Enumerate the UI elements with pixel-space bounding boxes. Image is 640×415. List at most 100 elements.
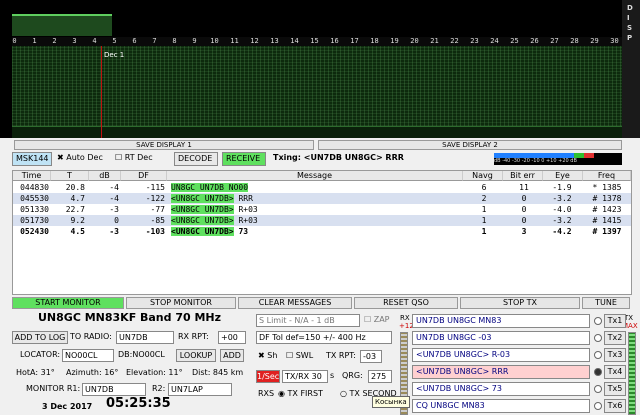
mode-label[interactable]: MSK144 — [12, 152, 52, 166]
sec-button[interactable]: 1/Sec — [256, 370, 280, 383]
table-row[interactable]: 052430 4.5 -3 -103 <UN8GC UN7DB> 73 1 3 -4.2 # 1… — [13, 226, 631, 237]
auto-dec-checkbox[interactable]: ✖ Auto Dec — [54, 152, 110, 166]
col-header-message[interactable]: Message — [167, 171, 463, 181]
tx-select-radio[interactable] — [594, 334, 602, 342]
tx-select-radio[interactable] — [594, 351, 602, 359]
time-tick: 4 — [92, 37, 97, 45]
save-display-2-button[interactable]: SAVE DISPLAY 2 — [318, 140, 622, 150]
time-tick: 7 — [152, 37, 157, 45]
col-header-time[interactable]: Time — [13, 171, 51, 181]
df-tol-input[interactable]: DF Tol def=150 +/- 400 Hz — [256, 331, 392, 344]
s-limit-input[interactable]: S Limit - N/A - 1 dB — [256, 314, 360, 327]
cell-navg: 2 — [481, 194, 487, 203]
col-header-freq[interactable]: Freq — [583, 171, 631, 181]
tune-button[interactable]: TUNE — [582, 297, 630, 309]
table-row[interactable]: 044830 20.8 -4 -115 UN8GC UN7DB NO00 6 11 -1.9 *… — [13, 182, 631, 193]
clear-messages-button[interactable]: CLEAR MESSAGES — [238, 297, 352, 309]
zap-checkbox[interactable]: ☐ ZAP — [364, 314, 390, 326]
time-tick: 29 — [590, 37, 599, 45]
cell-eye: -3.2 — [552, 216, 572, 225]
check-icon: ✖ — [258, 351, 265, 360]
time-tick: 8 — [172, 37, 177, 45]
stop-tx-button[interactable]: STOP TX — [460, 297, 580, 309]
tx-rx-period-select[interactable]: TX/RX 30 — [282, 370, 328, 383]
time-tick: 14 — [290, 37, 299, 45]
col-header-db[interactable]: dB — [89, 171, 121, 181]
reset-qso-button[interactable]: RESET QSO — [354, 297, 458, 309]
cell-t: 9.2 — [70, 216, 85, 225]
table-row[interactable]: 051330 22.7 -3 -77 <UN8GC UN7DB> R+03 1 0 -4.0 #… — [13, 204, 631, 215]
tx-level-slider[interactable] — [628, 332, 636, 415]
save-display-1-button[interactable]: SAVE DISPLAY 1 — [14, 140, 314, 150]
decode-table: Time T dB DF Message Navg Bit err Eye Fr… — [12, 170, 632, 295]
monitor-r2-input[interactable]: UN7LAP — [168, 383, 232, 396]
tooltip: Косынка — [372, 396, 410, 408]
tx-select-radio[interactable] — [594, 402, 602, 410]
sh-checkbox[interactable]: ✖ Sh — [258, 350, 277, 362]
tx-button[interactable]: Tx1 — [604, 314, 626, 328]
display-side-panel[interactable] — [622, 0, 640, 138]
tx-button[interactable]: Tx6 — [604, 399, 626, 413]
station-panel: UN8GC MN83KF Band 70 MHz ADD TO LOG TO R… — [12, 312, 248, 415]
to-radio-input[interactable]: UN7DB — [116, 331, 174, 344]
time-tick: 21 — [430, 37, 439, 45]
cell-df: -85 — [150, 216, 165, 225]
locator-input[interactable]: NO00CL — [62, 349, 114, 362]
tx-button[interactable]: Tx5 — [604, 382, 626, 396]
decode-button[interactable]: DECODE — [174, 152, 218, 166]
tx-message-field[interactable]: CQ UN8GC MN83 — [412, 399, 590, 413]
lookup-button[interactable]: LOOKUP — [176, 349, 216, 362]
add-to-log-button[interactable]: ADD TO LOG — [12, 331, 68, 344]
start-monitor-button[interactable]: START MONITOR — [12, 297, 124, 309]
time-tick: 2 — [52, 37, 57, 45]
tx-message-field[interactable]: <UN7DB UN8GC> 73 — [412, 382, 590, 396]
tx-rpt-stepper[interactable]: -03 — [360, 350, 382, 363]
stop-monitor-button[interactable]: STOP MONITOR — [126, 297, 236, 309]
rxs-label: RXS — [258, 389, 275, 398]
message-report: R+03 — [233, 205, 258, 214]
time-tick: 1 — [32, 37, 37, 45]
decode-marker-label: Dec 1 — [104, 51, 125, 59]
time-tick: 5 — [112, 37, 117, 45]
receive-button[interactable]: RECEIVE — [222, 152, 266, 166]
azimuth-value: Azimuth: 16° — [66, 368, 119, 377]
col-header-bit-err[interactable]: Bit err — [503, 171, 543, 181]
tx-first-radio[interactable]: ◉ TX FIRST — [278, 388, 323, 400]
time-tick: 12 — [250, 37, 259, 45]
cell-biterr: 11 — [519, 183, 529, 192]
swl-checkbox[interactable]: ☐ SWL — [286, 350, 313, 362]
col-header-navg[interactable]: Navg — [463, 171, 503, 181]
cell-df: -77 — [150, 205, 165, 214]
radio-selected-icon: ◉ — [278, 389, 285, 398]
col-header-df[interactable]: DF — [121, 171, 167, 181]
tx-message-field[interactable]: <UN7DB UN8GC> RRR — [412, 365, 590, 379]
tx-button[interactable]: Tx2 — [604, 331, 626, 345]
tx-message-field[interactable]: <UN7DB UN8GC> R-03 — [412, 348, 590, 362]
tx-button[interactable]: Tx3 — [604, 348, 626, 362]
qrg-input[interactable]: 275 — [368, 370, 392, 383]
message-callsigns: <UN8GC UN7DB> — [171, 194, 234, 203]
table-row[interactable]: 045530 4.7 -4 -122 <UN8GC UN7DB> RRR 2 0 -3.2 # … — [13, 193, 631, 204]
time-tick: 10 — [210, 37, 219, 45]
hota-value: HotA: 31° — [16, 368, 55, 377]
tx-select-radio[interactable] — [594, 368, 602, 376]
tx-message-field[interactable]: UN7DB UN8GC MN83 — [412, 314, 590, 328]
table-row[interactable]: 051730 9.2 0 -85 <UN8GC UN7DB> R+03 1 0 -3.2 # 1… — [13, 215, 631, 226]
date-display: 3 Dec 2017 — [42, 402, 93, 411]
rt-dec-checkbox[interactable]: ☐ RT Dec — [112, 152, 170, 166]
cell-freq: # 1415 — [592, 216, 622, 225]
add-button[interactable]: ADD — [220, 349, 244, 362]
rx-rpt-stepper[interactable]: +00 — [218, 331, 246, 344]
control-bar: START MONITOR STOP MONITOR CLEAR MESSAGE… — [12, 297, 632, 309]
monitor-r1-input[interactable]: UN7DB — [82, 383, 146, 396]
tx-messages-panel: RX +12 TX MAX UN7DB UN8GC MN83 Tx1 UN7DB U… — [396, 312, 640, 415]
cursor-marker — [101, 46, 102, 138]
tx-message-field[interactable]: UN7DB UN8GC -03 — [412, 331, 590, 345]
time-tick: 20 — [410, 37, 419, 45]
tx-button[interactable]: Tx4 — [604, 365, 626, 379]
col-header-t[interactable]: T — [51, 171, 89, 181]
col-header-eye[interactable]: Eye — [543, 171, 583, 181]
side-label-d: D — [627, 4, 633, 12]
tx-select-radio[interactable] — [594, 317, 602, 325]
tx-select-radio[interactable] — [594, 385, 602, 393]
